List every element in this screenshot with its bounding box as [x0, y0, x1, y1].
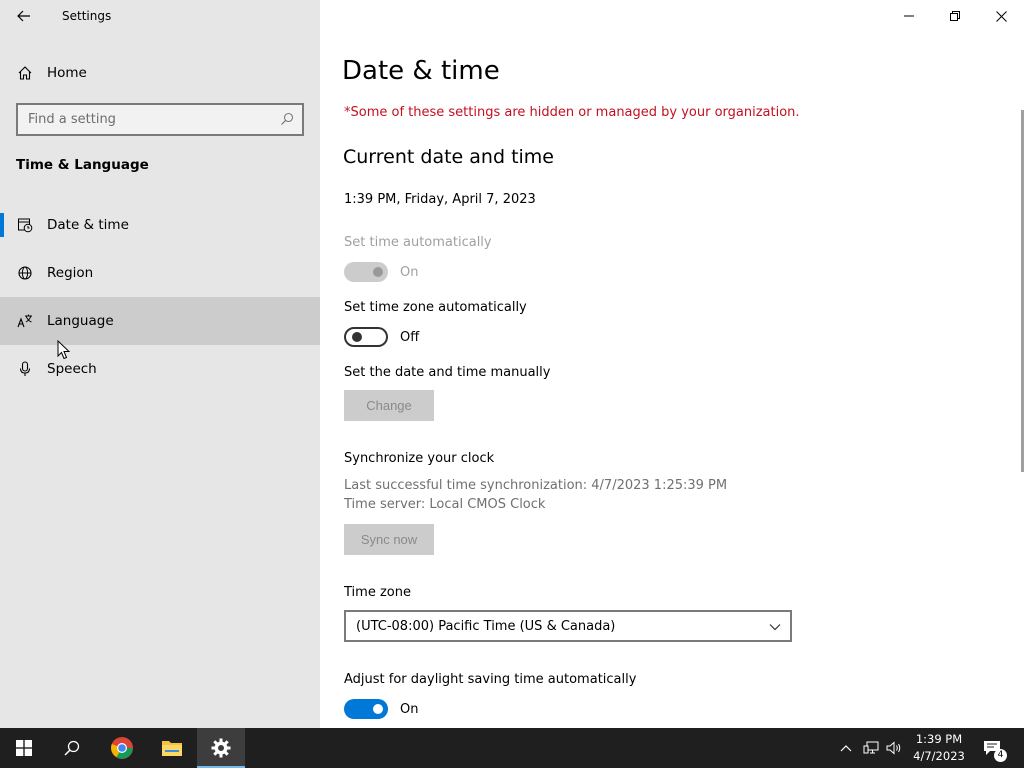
- app-title: Settings: [62, 9, 112, 23]
- org-managed-notice: *Some of these settings are hidden or ma…: [344, 105, 800, 120]
- home-icon: [16, 64, 34, 82]
- toggle-knob: [352, 332, 362, 342]
- last-sync-text: Last successful time synchronization: 4/…: [344, 478, 728, 493]
- chrome-button[interactable]: [98, 728, 146, 768]
- network-icon: [863, 741, 879, 754]
- set-timezone-auto-toggle[interactable]: [344, 327, 388, 347]
- home-label: Home: [47, 65, 87, 81]
- windows-logo-icon: [16, 740, 32, 756]
- close-icon: [995, 10, 1007, 22]
- current-date-value: 1:39 PM, Friday, April 7, 2023: [344, 192, 536, 207]
- sidebar-item-date-time[interactable]: Date & time: [0, 201, 320, 249]
- sync-heading: Synchronize your clock: [344, 451, 495, 466]
- timezone-dropdown[interactable]: (UTC-08:00) Pacific Time (US & Canada): [344, 610, 792, 642]
- sidebar-item-label: Language: [47, 313, 114, 329]
- chevron-down-icon: [769, 624, 781, 631]
- show-hidden-icons-button[interactable]: [836, 738, 856, 758]
- clock-date: 4/7/2023: [913, 749, 965, 763]
- timezone-value: (UTC-08:00) Pacific Time (US & Canada): [356, 618, 616, 634]
- minimize-button[interactable]: [886, 0, 932, 32]
- minimize-icon: [904, 15, 914, 17]
- set-timezone-auto-label: Set time zone automatically: [344, 300, 527, 315]
- current-date-heading: Current date and time: [343, 146, 554, 168]
- manual-date-label: Set the date and time manually: [344, 365, 551, 380]
- folder-icon: [162, 741, 182, 756]
- restore-button[interactable]: [932, 0, 978, 32]
- taskbar-search-button[interactable]: [48, 728, 96, 768]
- gear-icon: [211, 738, 231, 758]
- daylight-toggle[interactable]: [344, 699, 388, 719]
- start-button[interactable]: [0, 728, 48, 768]
- back-button[interactable]: [10, 4, 38, 28]
- notification-count-badge: 4: [994, 749, 1007, 762]
- globe-icon: [16, 264, 34, 282]
- search-box[interactable]: [16, 103, 304, 136]
- settings-taskbar-button[interactable]: [197, 728, 245, 768]
- page-title: Date & time: [342, 56, 500, 86]
- chevron-up-icon: [840, 745, 852, 752]
- toggle-knob: [373, 704, 383, 714]
- time-server-text: Time server: Local CMOS Clock: [344, 497, 546, 512]
- language-icon: [16, 312, 34, 330]
- microphone-icon: [16, 360, 34, 378]
- back-arrow-icon: [17, 10, 30, 22]
- sidebar-item-speech[interactable]: Speech: [0, 345, 320, 393]
- toggle-knob: [373, 267, 383, 277]
- main-content: Date & time *Some of these settings are …: [320, 0, 1024, 728]
- set-time-auto-label: Set time automatically: [344, 235, 492, 250]
- change-button: Change: [344, 390, 434, 421]
- volume-icon: [886, 741, 901, 755]
- sidebar-item-label: Region: [47, 265, 94, 281]
- sidebar-item-language[interactable]: Language: [0, 297, 320, 345]
- chrome-icon: [111, 737, 133, 759]
- timezone-label: Time zone: [344, 585, 411, 600]
- search-icon[interactable]: [280, 112, 294, 126]
- clock-time: 1:39 PM: [915, 732, 963, 746]
- volume-tray-button[interactable]: [884, 738, 904, 758]
- section-heading: Time & Language: [16, 157, 149, 173]
- mouse-cursor-icon: [57, 340, 71, 360]
- taskbar-clock[interactable]: 1:39 PM 4/7/2023: [904, 731, 974, 765]
- nav-home[interactable]: Home: [0, 56, 320, 90]
- daylight-state: On: [400, 702, 419, 717]
- daylight-label: Adjust for daylight saving time automati…: [344, 672, 637, 687]
- sync-now-button: Sync now: [344, 524, 434, 555]
- selected-indicator: [0, 213, 4, 237]
- date-time-icon: [16, 216, 34, 234]
- close-button[interactable]: [978, 0, 1024, 32]
- restore-icon: [950, 11, 960, 21]
- sidebar-item-label: Speech: [47, 361, 97, 377]
- sidebar-item-region[interactable]: Region: [0, 249, 320, 297]
- set-time-auto-toggle: [344, 262, 388, 282]
- search-input[interactable]: [18, 105, 268, 134]
- network-tray-button[interactable]: [861, 738, 881, 758]
- title-bar: Settings: [0, 0, 320, 32]
- set-timezone-auto-state: Off: [400, 330, 420, 345]
- search-icon: [64, 740, 80, 756]
- file-explorer-button[interactable]: [148, 728, 196, 768]
- sidebar: Settings Home Time & Language Date & tim…: [0, 0, 320, 728]
- sidebar-item-label: Date & time: [47, 217, 129, 233]
- taskbar: 1:39 PM 4/7/2023 4: [0, 728, 1024, 768]
- set-time-auto-state: On: [400, 265, 419, 280]
